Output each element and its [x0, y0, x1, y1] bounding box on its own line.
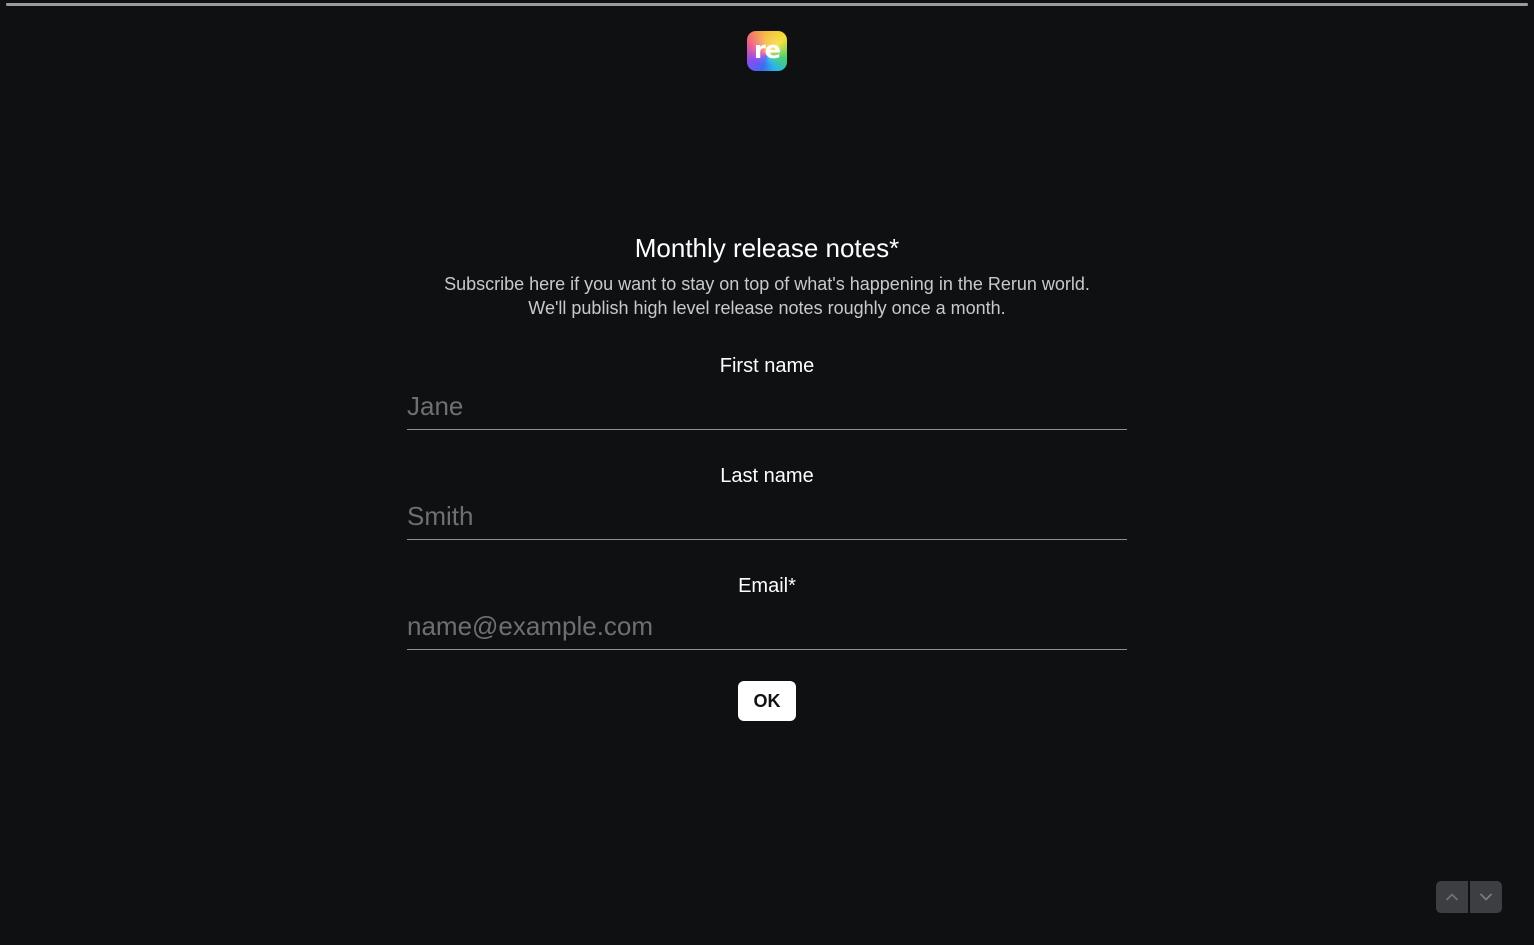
- first-name-input[interactable]: [407, 384, 1127, 430]
- page: re Monthly release notes* Subscribe here…: [0, 0, 1534, 945]
- logo-text: re: [753, 35, 781, 64]
- last-name-field-group: Last name: [407, 462, 1127, 540]
- first-name-label-text: First name: [719, 355, 815, 377]
- ok-button[interactable]: OK: [738, 681, 796, 721]
- form-subtitle: Subscribe here if you want to stay on to…: [407, 272, 1127, 320]
- next-question-button[interactable]: [1470, 881, 1502, 913]
- rerun-logo: re: [747, 31, 787, 71]
- form-title-text: Monthly release notes: [634, 233, 890, 263]
- previous-question-button[interactable]: [1436, 881, 1468, 913]
- chevron-down-icon: [1479, 890, 1493, 904]
- progress-bar-fill: [6, 3, 1528, 6]
- signup-form: Monthly release notes* Subscribe here if…: [407, 228, 1127, 721]
- email-label: Email*: [407, 572, 1127, 600]
- last-name-label-text: Last name: [720, 465, 814, 487]
- form-subtitle-line-2: We'll publish high level release notes r…: [528, 298, 1006, 318]
- last-name-label: Last name: [407, 462, 1127, 490]
- chevron-up-icon: [1445, 890, 1459, 904]
- question-navigation: [1436, 881, 1502, 913]
- form-subtitle-line-1: Subscribe here if you want to stay on to…: [444, 274, 1090, 294]
- last-name-input[interactable]: [407, 494, 1127, 540]
- email-input[interactable]: [407, 604, 1127, 650]
- required-mark: *: [889, 233, 900, 263]
- email-required-mark: *: [788, 575, 796, 597]
- form-title: Monthly release notes*: [407, 228, 1127, 268]
- progress-bar: [6, 3, 1528, 6]
- first-name-field-group: First name: [407, 352, 1127, 430]
- email-field-group: Email*: [407, 572, 1127, 650]
- email-label-text: Email: [738, 575, 789, 597]
- first-name-label: First name: [407, 352, 1127, 380]
